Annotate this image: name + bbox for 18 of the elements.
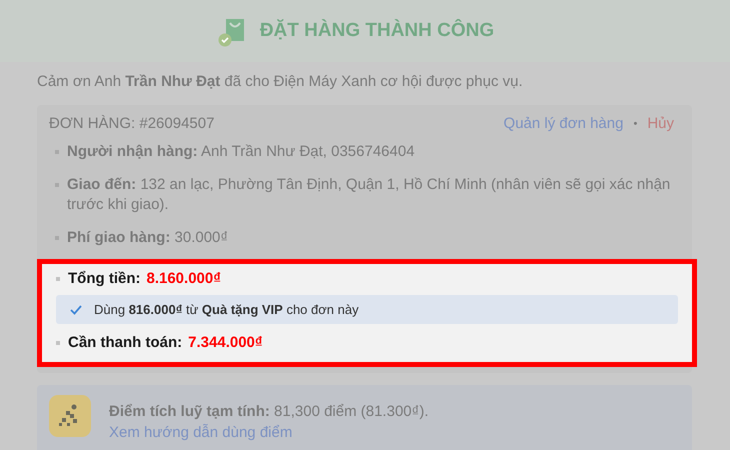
bullet-icon	[56, 277, 60, 281]
order-number: ĐƠN HÀNG: #26094507	[49, 115, 214, 132]
payable-amount: 7.344.000₫	[188, 334, 263, 352]
total-amount: 8.160.000₫	[146, 270, 221, 288]
vip-note-text: Dùng 816.000₫ từ Quà tặng VIP cho đơn này	[94, 302, 359, 317]
thanks-message: Cảm ơn Anh Trần Như Đạt đã cho Điện Máy Xanh cơ hội được phục vụ.	[37, 73, 524, 91]
success-title: ĐẶT HÀNG THÀNH CÔNG	[260, 20, 494, 42]
order-detail: Người nhận hàng: Anh Trần Như Đạt, 0356746404	[67, 142, 415, 162]
manage-orders-link[interactable]: Quản lý đơn hàng	[504, 115, 624, 132]
total-label: Tổng tiền:	[68, 270, 140, 288]
payable-label: Cần thanh toán:	[68, 334, 182, 352]
order-detail: Giao đến: 132 an lạc, Phường Tân Định, Quận 1, Hồ Chí Minh (nhân viên sẽ gọi xác nhận trước khi giao).	[67, 175, 672, 215]
points-guide-link[interactable]: Xem hướng dẫn dùng điểm	[109, 424, 428, 441]
cancel-link[interactable]: Hủy	[647, 115, 674, 132]
order-detail: Phí giao hàng: 30.000₫	[67, 228, 228, 248]
separator-dot: •	[633, 118, 638, 130]
points-estimate: Điểm tích luỹ tạm tính: 81,300 điểm (81.300₫).	[109, 403, 428, 420]
bullet-icon	[56, 341, 60, 345]
